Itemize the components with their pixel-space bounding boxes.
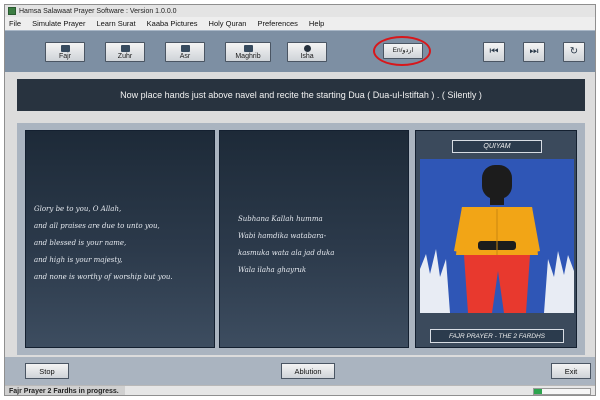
asr-button[interactable]: Asr xyxy=(165,42,205,62)
prayer-caption-box: FAJR PRAYER - THE 2 FARDHS xyxy=(430,329,564,343)
bottom-bar: Stop Ablution Exit xyxy=(5,357,595,385)
asr-label: Asr xyxy=(179,52,191,60)
skip-back-button[interactable]: ⏮ xyxy=(483,42,505,62)
menu-preferences[interactable]: Preferences xyxy=(257,19,297,28)
menu-simulate-prayer[interactable]: Simulate Prayer xyxy=(32,19,85,28)
menu-kaaba-pictures[interactable]: Kaaba Pictures xyxy=(147,19,198,28)
progress-fill xyxy=(534,389,543,394)
app-window: Hamsa Salawaat Prayer Software : Version… xyxy=(4,4,596,396)
content-area: Glory be to you, O Allah, and all praise… xyxy=(17,123,585,355)
isha-button[interactable]: Isha xyxy=(287,42,327,62)
progress-bar xyxy=(533,388,591,395)
moon-icon xyxy=(303,44,311,52)
maghrib-button[interactable]: Maghrib xyxy=(225,42,271,62)
menu-holy-quran[interactable]: Holy Quran xyxy=(209,19,247,28)
asr-icon xyxy=(180,44,190,52)
english-text: Glory be to you, O Allah, and all praise… xyxy=(34,201,212,286)
refresh-button[interactable]: ↻ xyxy=(563,42,585,62)
skip-forward-button[interactable]: ⏭ xyxy=(523,42,545,62)
app-icon xyxy=(8,7,16,15)
status-bar: Fajr Prayer 2 Fardhs in progress. xyxy=(5,385,595,395)
maghrib-label: Maghrib xyxy=(235,52,261,60)
english-line: and none is worthy of worship but you. xyxy=(34,273,173,281)
transliteration-line: Subhana Kallah humma xyxy=(238,215,323,223)
menu-learn-surat[interactable]: Learn Surat xyxy=(96,19,135,28)
stop-button[interactable]: Stop xyxy=(25,363,69,379)
menu-file[interactable]: File xyxy=(9,19,21,28)
menu-bar: File Simulate Prayer Learn Surat Kaaba P… xyxy=(5,17,595,30)
posture-label: QUIYAM xyxy=(483,143,511,150)
zuhr-icon xyxy=(120,44,130,52)
zuhr-button[interactable]: Zuhr xyxy=(105,42,145,62)
skip-back-icon: ⏮ xyxy=(489,46,499,57)
english-line: Glory be to you, O Allah, xyxy=(34,205,122,213)
isha-label: Isha xyxy=(300,52,314,60)
english-translation-panel: Glory be to you, O Allah, and all praise… xyxy=(25,130,215,348)
standing-figure-illustration xyxy=(420,159,574,313)
posture-label-box: QUIYAM xyxy=(452,140,542,153)
title-bar: Hamsa Salawaat Prayer Software : Version… xyxy=(5,5,595,17)
english-line: and high is your majesty, xyxy=(34,256,123,264)
transliteration-line: kasmuka wata ala jad duka xyxy=(238,249,335,257)
refresh-icon: ↻ xyxy=(569,46,579,57)
transliteration-line: Wabi hamdika watabara- xyxy=(238,232,327,240)
instruction-banner: Now place hands just above navel and rec… xyxy=(17,79,585,111)
exit-button[interactable]: Exit xyxy=(551,363,591,379)
maghrib-icon xyxy=(243,44,253,52)
posture-panel: QUIYAM FAJR PRAYER - THE 2 FARDHS xyxy=(415,130,577,348)
english-line: and all praises are due to unto you, xyxy=(34,222,160,230)
transliteration-line: Wala ilaha ghayruk xyxy=(238,266,307,274)
menu-help[interactable]: Help xyxy=(309,19,324,28)
fajr-button[interactable]: Fajr xyxy=(45,42,85,62)
ablution-button[interactable]: Ablution xyxy=(281,363,335,379)
highlight-circle xyxy=(373,36,431,66)
skip-forward-icon: ⏭ xyxy=(529,46,539,57)
zuhr-label: Zuhr xyxy=(117,52,133,60)
toolbar: Fajr Zuhr Asr Maghrib Isha En/اردو ⏮ ⏭ ↻ xyxy=(5,30,595,72)
status-text: Fajr Prayer 2 Fardhs in progress. xyxy=(5,386,125,395)
posture-illustration xyxy=(420,159,574,313)
transliteration-panel: Subhana Kallah humma Wabi hamdika wataba… xyxy=(219,130,409,348)
window-title: Hamsa Salawaat Prayer Software : Version… xyxy=(19,7,177,15)
fajr-icon xyxy=(60,44,70,52)
english-line: and blessed is your name, xyxy=(34,239,127,247)
fajr-label: Fajr xyxy=(58,52,72,60)
transliteration-text: Subhana Kallah humma Wabi hamdika wataba… xyxy=(238,211,416,279)
instruction-text: Now place hands just above navel and rec… xyxy=(120,90,482,100)
prayer-caption: FAJR PRAYER - THE 2 FARDHS xyxy=(448,332,546,340)
